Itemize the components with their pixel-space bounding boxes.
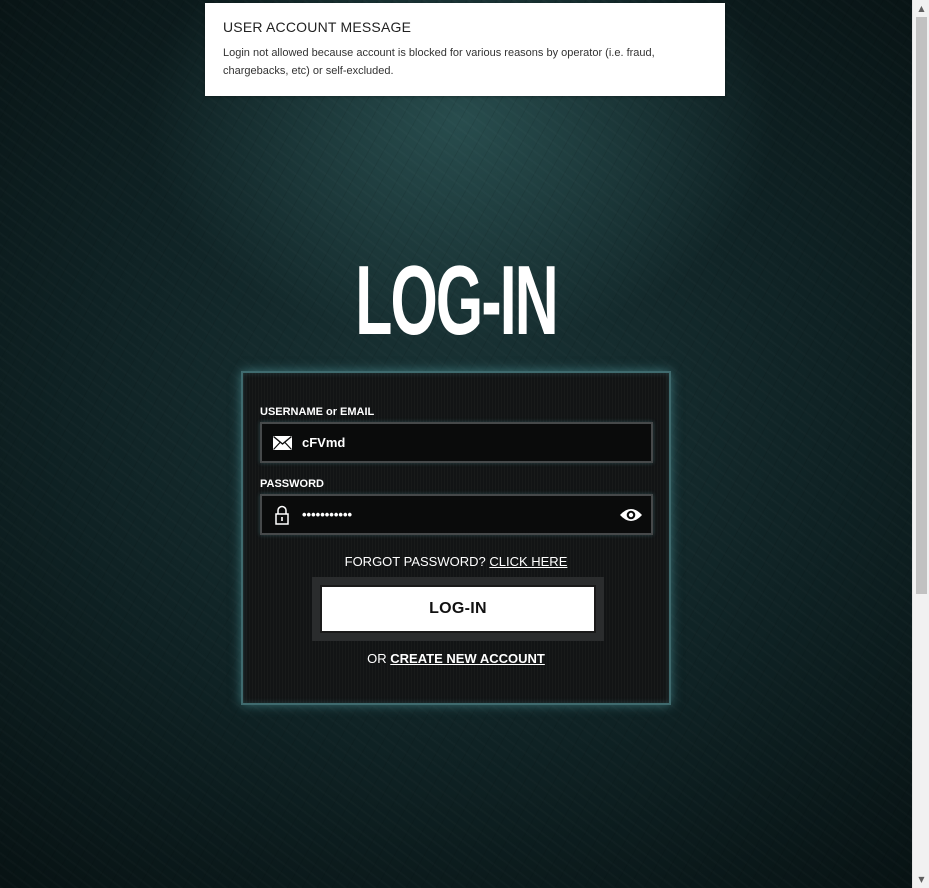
login-button-frame: LOG-IN bbox=[312, 577, 604, 641]
scroll-down-arrow-icon[interactable]: ▼ bbox=[913, 871, 929, 888]
password-field[interactable] bbox=[260, 494, 653, 535]
forgot-password-link[interactable]: CLICK HERE bbox=[489, 554, 567, 569]
username-input[interactable] bbox=[302, 435, 651, 450]
username-label: USERNAME or EMAIL bbox=[260, 406, 375, 418]
scroll-up-arrow-icon[interactable]: ▲ bbox=[913, 0, 929, 17]
login-button[interactable]: LOG-IN bbox=[320, 585, 596, 633]
envelope-icon bbox=[262, 424, 302, 461]
create-account-prefix: OR bbox=[367, 651, 387, 666]
user-account-message: USER ACCOUNT MESSAGE Login not allowed b… bbox=[205, 3, 725, 96]
forgot-password-row: FORGOT PASSWORD? CLICK HERE bbox=[243, 554, 669, 569]
vertical-scrollbar[interactable]: ▲ ▼ bbox=[912, 0, 929, 888]
message-text: Login not allowed because account is blo… bbox=[223, 47, 655, 77]
eye-icon[interactable] bbox=[611, 496, 651, 533]
page-title: LOG-IN bbox=[355, 245, 558, 355]
username-field[interactable] bbox=[260, 422, 653, 463]
create-account-link[interactable]: CREATE NEW ACCOUNT bbox=[390, 651, 545, 666]
login-panel: USERNAME or EMAIL PASSWORD bbox=[241, 371, 671, 705]
create-account-row: OR CREATE NEW ACCOUNT bbox=[243, 651, 669, 666]
lock-icon bbox=[262, 496, 302, 533]
password-label: PASSWORD bbox=[260, 478, 324, 490]
password-input[interactable] bbox=[302, 507, 611, 522]
forgot-password-text: FORGOT PASSWORD? bbox=[344, 554, 486, 569]
scrollbar-thumb[interactable] bbox=[916, 17, 927, 594]
message-title: USER ACCOUNT MESSAGE bbox=[223, 19, 412, 35]
